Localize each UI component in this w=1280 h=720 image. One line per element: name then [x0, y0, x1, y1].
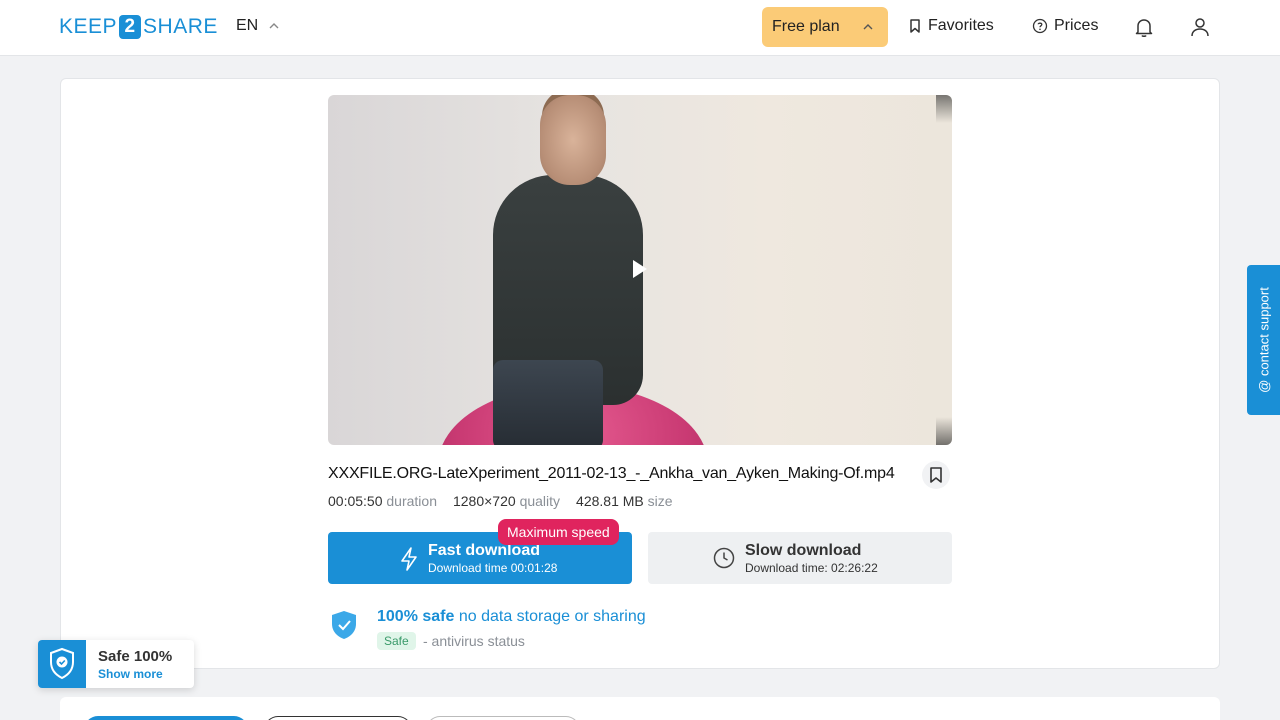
language-selector[interactable]: EN: [236, 17, 280, 35]
file-meta: 00:05:50 duration 1280×720 quality 428.8…: [328, 493, 673, 509]
duration-value: 00:05:50: [328, 493, 383, 509]
antivirus-safe-badge: Safe: [377, 632, 416, 650]
bell-icon[interactable]: [1132, 15, 1156, 39]
quality-meta: 1280×720 quality: [453, 493, 560, 509]
duration-meta: 00:05:50 duration: [328, 493, 437, 509]
contact-support-tab[interactable]: @ contact support: [1247, 265, 1280, 415]
logo-text-left: KEEP: [59, 15, 118, 38]
video-scene-head: [540, 95, 606, 185]
safety-note: no data storage or sharing: [458, 608, 646, 625]
safety-headline: 100% safe no data storage or sharing: [377, 608, 646, 626]
maximum-speed-badge: Maximum speed: [498, 519, 619, 545]
prices-link[interactable]: Prices: [1032, 17, 1098, 35]
shield-check-icon: [50, 647, 74, 680]
bottom-section: [60, 697, 1220, 720]
lightning-icon: [401, 547, 417, 571]
video-edge-shade: [936, 95, 952, 445]
quality-value: 1280×720: [452, 493, 516, 509]
duration-label: duration: [386, 493, 437, 509]
prices-label: Prices: [1054, 17, 1099, 34]
safe-toast[interactable]: Safe 100% Show more: [38, 640, 194, 688]
toast-title: Safe 100%: [98, 648, 173, 665]
logo-text-right: SHARE: [143, 15, 218, 38]
file-name: XXXFILE.ORG-LateXperiment_2011-02-13_-_A…: [328, 465, 895, 482]
site-logo[interactable]: KEEP 2 SHARE: [59, 15, 218, 39]
contact-support-label: @ contact support: [1256, 287, 1271, 393]
slow-download-time: Download time: 02:26:22: [745, 561, 878, 575]
user-icon[interactable]: [1188, 15, 1212, 39]
bottom-tab-2[interactable]: [264, 716, 412, 720]
size-meta: 428.81 MB size: [576, 493, 673, 509]
toast-icon-box: [38, 640, 86, 688]
shield-check-icon: [332, 611, 356, 639]
bookmark-icon: [910, 19, 920, 33]
plan-label: Free plan: [772, 18, 840, 35]
slow-download-button[interactable]: Slow download Download time: 02:26:22: [648, 532, 952, 584]
bottom-tab-3[interactable]: [426, 716, 580, 720]
antivirus-status-text: - antivirus status: [423, 633, 525, 649]
play-icon[interactable]: [633, 260, 647, 278]
top-header: KEEP 2 SHARE EN Free plan Favorites Pric…: [0, 0, 1280, 56]
show-more-link[interactable]: Show more: [98, 667, 163, 681]
favorites-label: Favorites: [928, 17, 994, 34]
language-label: EN: [236, 17, 259, 34]
video-scene-legs: [493, 360, 603, 445]
bookmark-icon: [930, 467, 942, 483]
quality-label: quality: [519, 493, 561, 509]
slow-download-title: Slow download: [745, 542, 862, 559]
safety-bold: 100% safe: [377, 608, 455, 625]
clock-icon: [713, 547, 735, 569]
favorites-link[interactable]: Favorites: [908, 17, 994, 35]
size-label: size: [647, 493, 673, 509]
logo-number: 2: [119, 15, 142, 39]
size-value: 428.81 MB: [576, 493, 644, 509]
chevron-up-icon: [863, 24, 873, 30]
chevron-up-icon: [269, 23, 279, 29]
fast-download-time: Download time 00:01:28: [428, 561, 558, 575]
free-plan-button[interactable]: Free plan: [762, 7, 888, 47]
help-circle-icon: [1032, 18, 1048, 34]
add-to-favorites-button[interactable]: [922, 461, 950, 489]
video-preview[interactable]: [328, 95, 952, 445]
bottom-tab-1[interactable]: [84, 716, 248, 720]
